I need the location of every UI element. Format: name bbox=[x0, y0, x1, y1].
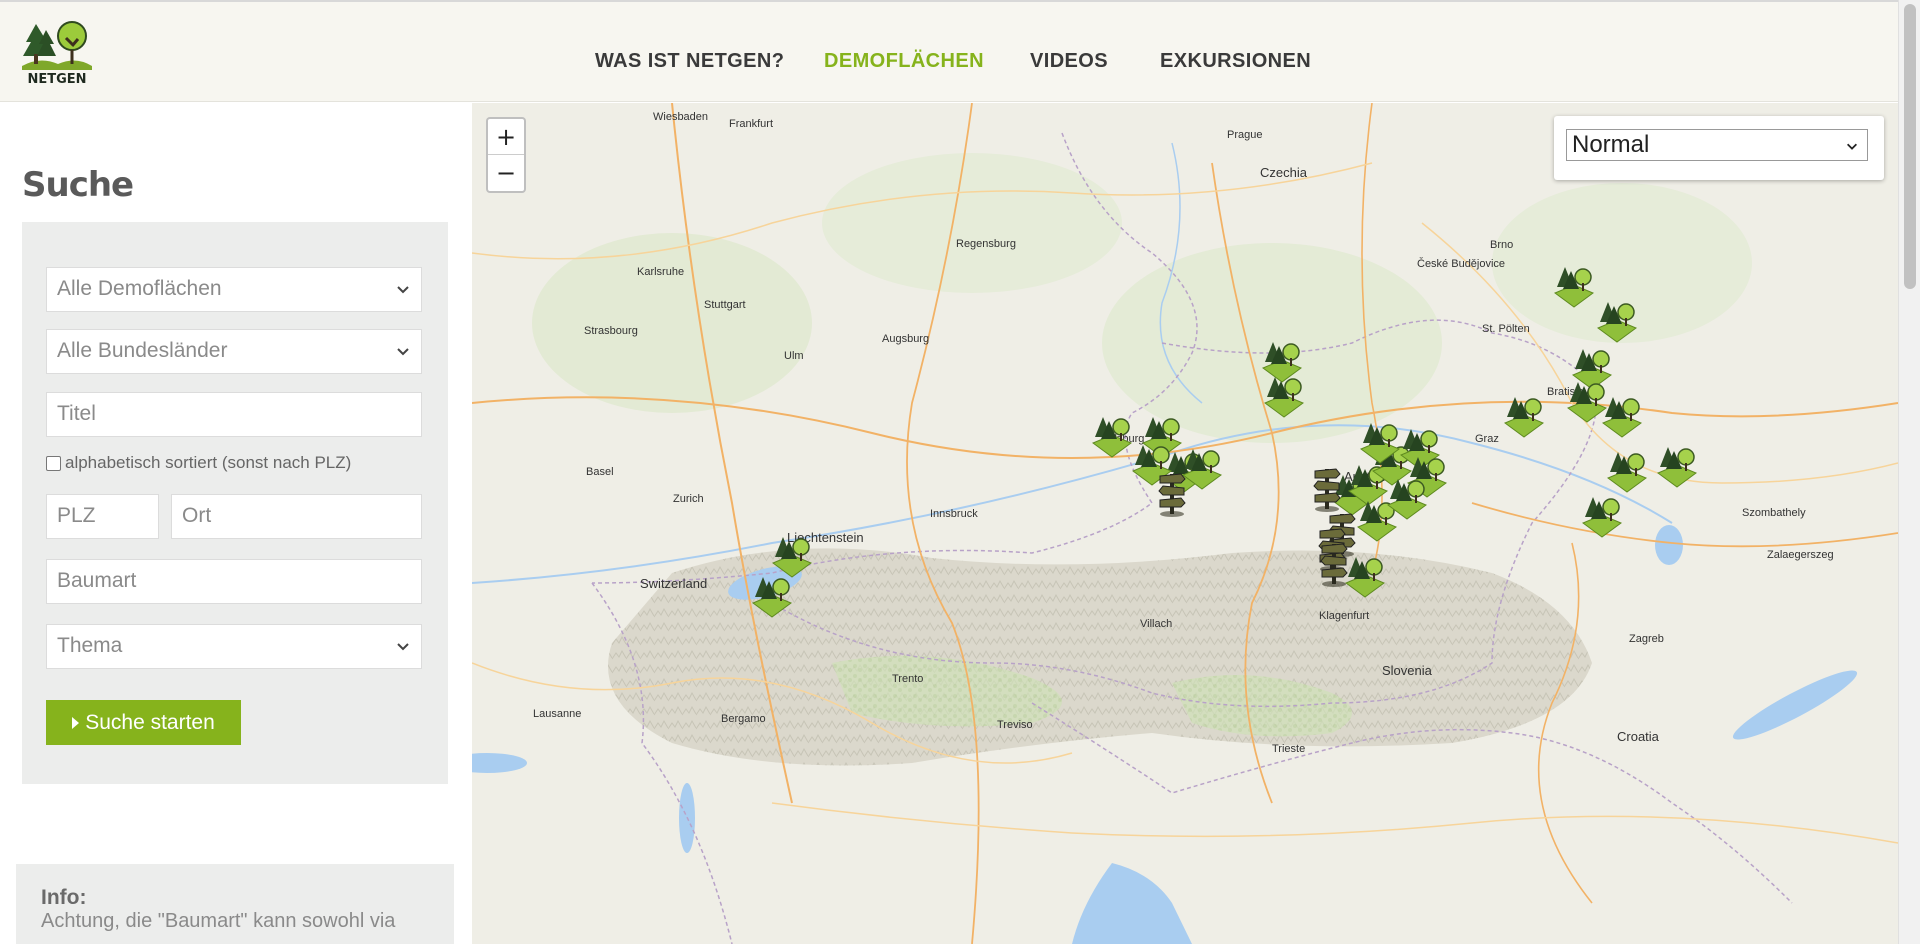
map-label: Frankfurt bbox=[729, 118, 774, 130]
demo-site-marker[interactable] bbox=[1604, 448, 1650, 494]
map-label: Strasbourg bbox=[584, 325, 638, 337]
demo-site-marker[interactable] bbox=[749, 573, 795, 619]
demo-site-marker[interactable] bbox=[1579, 493, 1625, 539]
zoom-out-button[interactable]: − bbox=[488, 155, 524, 191]
map-label: Croatia bbox=[1617, 729, 1659, 744]
chevron-down-icon bbox=[397, 286, 409, 294]
nav-exkursionen[interactable]: EXKURSIONEN bbox=[1160, 50, 1311, 73]
map-label: Villach bbox=[1140, 618, 1173, 630]
demo-site-marker[interactable] bbox=[1551, 263, 1597, 309]
info-text: Achtung, die "Baumart" kann sowohl via bbox=[41, 910, 396, 932]
search-submit-button[interactable]: Suche starten bbox=[46, 700, 241, 745]
map-label: Czechia bbox=[1260, 165, 1307, 180]
map-label: Graz bbox=[1475, 433, 1499, 445]
excursion-signpost-marker[interactable] bbox=[1157, 468, 1187, 518]
nav-demoflaechen[interactable]: DEMOFLÄCHEN bbox=[824, 50, 984, 73]
map-layer-value: Normal bbox=[1572, 131, 1650, 158]
map-label: Basel bbox=[586, 466, 614, 478]
map-tiles bbox=[472, 103, 1898, 944]
map-label: Wiesbaden bbox=[653, 111, 709, 123]
demoflaechen-select[interactable]: Alle Demoflächen bbox=[46, 267, 422, 312]
map-label: Treviso bbox=[997, 719, 1033, 731]
sort-alphabetical-checkbox[interactable] bbox=[46, 455, 61, 471]
map-label: Trento bbox=[892, 673, 924, 685]
chevron-down-icon bbox=[397, 348, 409, 356]
map-label: Zagreb bbox=[1629, 633, 1664, 645]
map-label: St. Pölten bbox=[1482, 323, 1530, 335]
map-label: Trieste bbox=[1272, 743, 1306, 755]
map-label: Prague bbox=[1227, 129, 1263, 141]
map-layer-control: Normal bbox=[1554, 116, 1884, 180]
demo-site-marker[interactable] bbox=[1654, 443, 1700, 489]
map-view[interactable]: Prague Czechia Austria Switzerland Liech… bbox=[472, 103, 1898, 944]
map-label: Stuttgart bbox=[704, 299, 746, 311]
map-label: Ulm bbox=[784, 350, 804, 362]
demo-site-marker[interactable] bbox=[1501, 393, 1547, 439]
map-label: Klagenfurt bbox=[1319, 610, 1370, 622]
search-form: Alle Demoflächen Alle Bundesländer Titel… bbox=[22, 222, 448, 784]
play-icon bbox=[72, 716, 80, 729]
map-label: Bergamo bbox=[721, 713, 766, 725]
site-header: NETGEN WAS IST NETGEN? DEMOFLÄCHEN VIDEO… bbox=[0, 0, 1898, 102]
bundeslaender-select[interactable]: Alle Bundesländer bbox=[46, 329, 422, 374]
map-layer-select[interactable]: Normal bbox=[1566, 129, 1868, 161]
sort-alphabetical-label: alphabetisch sortiert (sonst nach PLZ) bbox=[65, 453, 352, 472]
thema-select[interactable]: Thema bbox=[46, 624, 422, 669]
chevron-down-icon bbox=[397, 643, 409, 651]
map-label: Slovenia bbox=[1382, 663, 1432, 678]
info-box: Info: Achtung, die "Baumart" kann sowohl… bbox=[16, 864, 454, 944]
zoom-in-button[interactable]: + bbox=[488, 119, 524, 155]
plz-input[interactable]: PLZ bbox=[46, 494, 159, 539]
baumart-input[interactable]: Baumart bbox=[46, 559, 422, 604]
nav-videos[interactable]: VIDEOS bbox=[1030, 50, 1108, 73]
netgen-logo[interactable]: NETGEN bbox=[20, 20, 94, 92]
search-sidebar: Suche Alle Demoflächen Alle Bundesländer… bbox=[0, 103, 472, 944]
map-label: Regensburg bbox=[956, 238, 1016, 250]
excursion-signpost-marker[interactable] bbox=[1319, 538, 1349, 588]
zoom-control: + − bbox=[486, 117, 526, 193]
map-label: České Budějovice bbox=[1417, 258, 1506, 270]
ort-input[interactable]: Ort bbox=[171, 494, 422, 539]
map-label: Zurich bbox=[673, 493, 704, 505]
page-scrollbar[interactable] bbox=[1898, 0, 1920, 944]
chevron-down-icon bbox=[1847, 143, 1857, 150]
scrollbar-thumb[interactable] bbox=[1904, 4, 1916, 289]
demo-site-marker[interactable] bbox=[1599, 393, 1645, 439]
demo-site-marker[interactable] bbox=[1261, 373, 1307, 419]
sort-alphabetical-option[interactable]: alphabetisch sortiert (sonst nach PLZ) bbox=[46, 452, 351, 474]
demoflaechen-select-value: Alle Demoflächen bbox=[57, 277, 222, 300]
demo-site-marker[interactable] bbox=[1384, 475, 1430, 521]
map-label: Innsbruck bbox=[930, 508, 978, 520]
titel-input[interactable]: Titel bbox=[46, 392, 422, 437]
nav-was-ist-netgen[interactable]: WAS IST NETGEN? bbox=[595, 50, 784, 73]
map-label: Zalaegerszeg bbox=[1767, 549, 1834, 561]
map-label: Szombathely bbox=[1742, 507, 1806, 519]
map-label: Augsburg bbox=[882, 333, 930, 345]
bundeslaender-select-value: Alle Bundesländer bbox=[57, 339, 228, 362]
info-title: Info: bbox=[41, 886, 87, 909]
map-label: Switzerland bbox=[640, 576, 708, 591]
map-label: Brno bbox=[1490, 239, 1514, 251]
demo-site-marker[interactable] bbox=[1594, 298, 1640, 344]
search-submit-label: Suche starten bbox=[85, 710, 215, 734]
map-label: Lausanne bbox=[533, 708, 582, 720]
thema-select-value: Thema bbox=[57, 634, 123, 657]
logo-text: NETGEN bbox=[27, 72, 87, 87]
excursion-signpost-marker[interactable] bbox=[1312, 463, 1342, 513]
tree-logo-icon bbox=[22, 21, 92, 70]
map-label: Karlsruhe bbox=[637, 266, 685, 278]
search-title: Suche bbox=[22, 165, 134, 205]
page: NETGEN WAS IST NETGEN? DEMOFLÄCHEN VIDEO… bbox=[0, 0, 1920, 944]
